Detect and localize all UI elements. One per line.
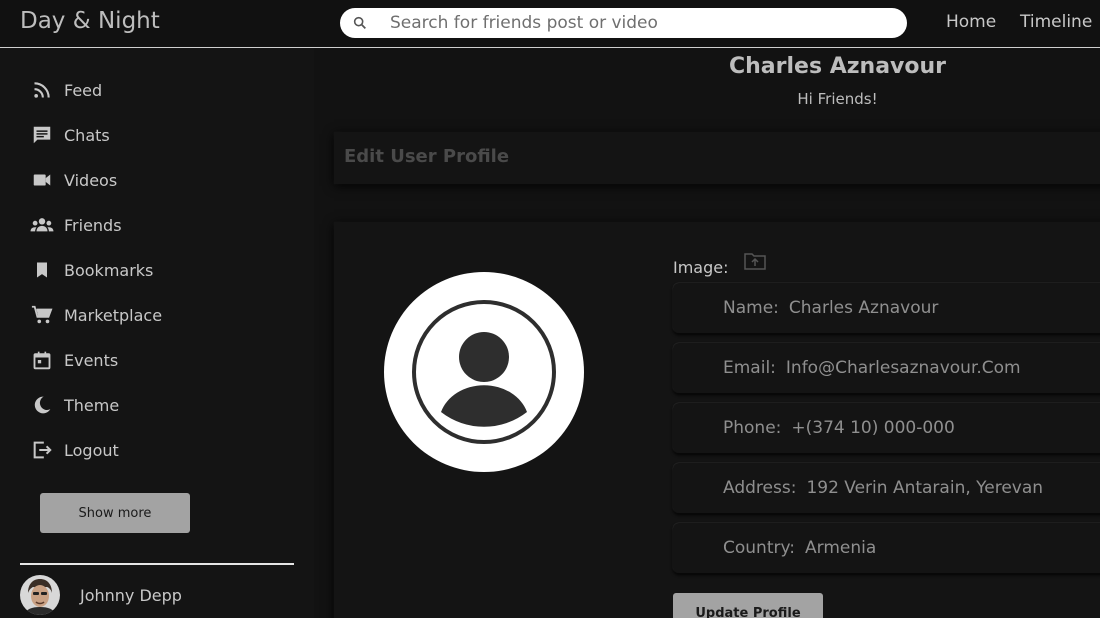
edit-profile-title: Edit User Profile bbox=[344, 146, 510, 167]
field-value: 192 Verin Antarain, Yerevan bbox=[806, 478, 1044, 498]
edit-profile-header: Edit User Profile bbox=[334, 132, 1100, 184]
name-field[interactable]: Name: Charles Aznavour bbox=[673, 283, 1100, 333]
sidebar-item-label: Events bbox=[64, 350, 119, 370]
bookmark-icon bbox=[30, 258, 54, 282]
friend-list-item[interactable]: Johnny Depp bbox=[20, 575, 182, 615]
calendar-icon bbox=[30, 348, 54, 372]
search-bar[interactable] bbox=[340, 8, 907, 38]
sidebar-item-videos[interactable]: Videos bbox=[30, 165, 290, 195]
field-value: Armenia bbox=[805, 538, 877, 558]
image-upload-row: Image: bbox=[673, 244, 767, 277]
sidebar-item-chats[interactable]: Chats bbox=[30, 120, 290, 150]
sidebar-item-label: Chats bbox=[64, 125, 110, 145]
field-label: Address: bbox=[723, 478, 797, 498]
sidebar: Feed Chats Videos Friends Bookmarks Mark… bbox=[0, 48, 314, 618]
field-label: Country: bbox=[723, 538, 796, 558]
chat-icon bbox=[30, 123, 54, 147]
email-field[interactable]: Email: Info@Charlesaznavour.Com bbox=[673, 343, 1100, 393]
logout-icon bbox=[30, 438, 54, 462]
sidebar-item-feed[interactable]: Feed bbox=[30, 75, 290, 105]
friend-name: Johnny Depp bbox=[80, 585, 182, 605]
field-value: Charles Aznavour bbox=[788, 298, 939, 318]
show-more-button[interactable]: Show more bbox=[40, 493, 190, 533]
top-bar: Day & Night Home Timeline bbox=[0, 0, 1100, 48]
group-icon bbox=[30, 213, 54, 237]
sidebar-item-label: Feed bbox=[64, 80, 103, 100]
search-input[interactable] bbox=[390, 8, 890, 38]
profile-subtitle: Hi Friends! bbox=[797, 90, 878, 108]
rss-feed-icon bbox=[30, 78, 54, 102]
sidebar-item-label: Theme bbox=[64, 395, 120, 415]
sidebar-item-friends[interactable]: Friends bbox=[30, 210, 290, 240]
sidebar-item-theme[interactable]: Theme bbox=[30, 390, 290, 420]
app-logo[interactable]: Day & Night bbox=[20, 8, 160, 34]
upload-folder-icon[interactable] bbox=[743, 249, 767, 273]
field-value: +(374 10) 000-000 bbox=[791, 418, 955, 438]
profile-avatar bbox=[384, 272, 584, 472]
phone-field[interactable]: Phone: +(374 10) 000-000 bbox=[673, 403, 1100, 453]
sidebar-item-label: Logout bbox=[64, 440, 119, 460]
country-field[interactable]: Country: Armenia bbox=[673, 523, 1100, 573]
sidebar-item-marketplace[interactable]: Marketplace bbox=[30, 300, 290, 330]
search-icon bbox=[353, 16, 366, 29]
image-label: Image: bbox=[673, 258, 729, 277]
video-camera-icon bbox=[30, 168, 54, 192]
user-avatar-icon bbox=[412, 300, 556, 444]
sidebar-divider bbox=[20, 563, 294, 565]
field-value: Info@Charlesaznavour.Com bbox=[785, 358, 1021, 378]
address-field[interactable]: Address: 192 Verin Antarain, Yerevan bbox=[673, 463, 1100, 513]
profile-name: Charles Aznavour bbox=[728, 54, 947, 79]
sidebar-item-label: Marketplace bbox=[64, 305, 163, 325]
sidebar-item-label: Videos bbox=[64, 170, 118, 190]
sidebar-item-bookmarks[interactable]: Bookmarks bbox=[30, 255, 290, 285]
update-profile-button[interactable]: Update Profile bbox=[673, 593, 823, 618]
sidebar-item-label: Friends bbox=[64, 215, 122, 235]
sidebar-item-label: Bookmarks bbox=[64, 260, 154, 280]
nav-timeline-link[interactable]: Timeline bbox=[1020, 12, 1092, 32]
sidebar-item-events[interactable]: Events bbox=[30, 345, 290, 375]
nav-home-link[interactable]: Home bbox=[946, 12, 996, 32]
field-label: Name: bbox=[723, 298, 779, 318]
field-label: Phone: bbox=[723, 418, 782, 438]
shopping-cart-icon bbox=[30, 303, 54, 327]
moon-icon bbox=[30, 393, 54, 417]
field-label: Email: bbox=[723, 358, 776, 378]
sidebar-item-logout[interactable]: Logout bbox=[30, 435, 290, 465]
friend-avatar bbox=[20, 575, 60, 615]
